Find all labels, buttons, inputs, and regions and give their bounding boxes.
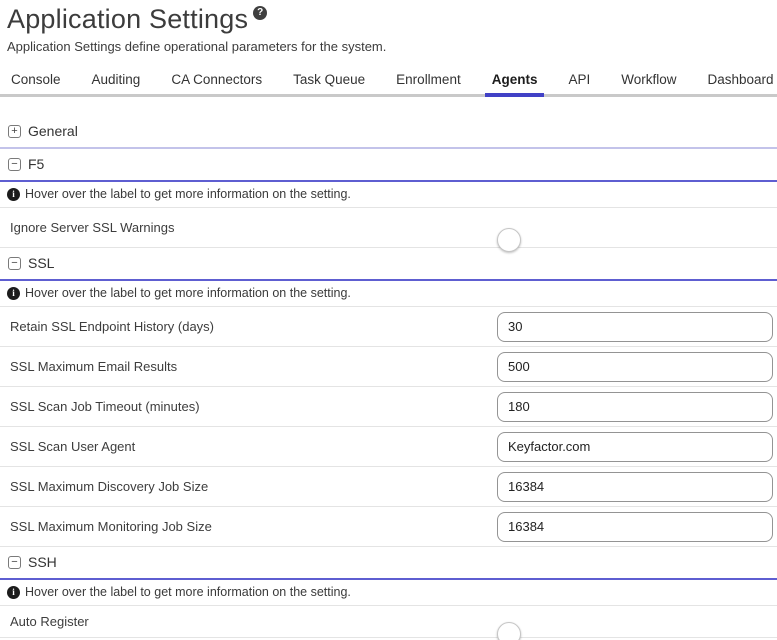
section-title-ssh: SSH xyxy=(28,554,57,570)
setting-row-ssl-maximum-discovery-job-size: SSL Maximum Discovery Job Size xyxy=(0,467,777,507)
tab-auditing[interactable]: Auditing xyxy=(91,67,142,94)
info-row-f5: i Hover over the label to get more infor… xyxy=(0,182,777,208)
setting-label: SSL Maximum Discovery Job Size xyxy=(0,479,497,494)
tab-task-queue[interactable]: Task Queue xyxy=(292,67,366,94)
info-note: Hover over the label to get more informa… xyxy=(25,585,351,599)
collapse-icon[interactable]: − xyxy=(8,158,21,171)
help-icon[interactable]: ? xyxy=(253,6,267,20)
setting-label: SSL Scan User Agent xyxy=(0,439,497,454)
section-header-f5[interactable]: − F5 xyxy=(0,149,777,182)
toggle-knob xyxy=(497,622,521,640)
section-title-ssl: SSL xyxy=(28,255,54,271)
tab-agents[interactable]: Agents xyxy=(491,67,539,94)
setting-row-ssl-scan-job-timeout: SSL Scan Job Timeout (minutes) xyxy=(0,387,777,427)
info-icon: i xyxy=(7,287,20,300)
ssl-maximum-email-results-input[interactable] xyxy=(497,352,773,382)
tab-workflow[interactable]: Workflow xyxy=(620,67,677,94)
section-header-ssl[interactable]: − SSL xyxy=(0,248,777,281)
setting-row-ignore-server-ssl-warnings: Ignore Server SSL Warnings xyxy=(0,208,777,248)
setting-label: SSL Scan Job Timeout (minutes) xyxy=(0,399,497,414)
setting-row-auto-register: Auto Register xyxy=(0,606,777,638)
tab-bar: Console Auditing CA Connectors Task Queu… xyxy=(0,67,777,97)
ssl-maximum-monitoring-job-size-input[interactable] xyxy=(497,512,773,542)
setting-label: Ignore Server SSL Warnings xyxy=(0,220,497,235)
setting-row-ssl-scan-user-agent: SSL Scan User Agent xyxy=(0,427,777,467)
page-title: Application Settings xyxy=(7,3,248,35)
tab-ca-connectors[interactable]: CA Connectors xyxy=(170,67,263,94)
info-icon: i xyxy=(7,188,20,201)
setting-label: SSL Maximum Email Results xyxy=(0,359,497,374)
info-icon: i xyxy=(7,586,20,599)
collapse-icon[interactable]: − xyxy=(8,257,21,270)
tab-console[interactable]: Console xyxy=(10,67,62,94)
setting-row-ssl-maximum-email-results: SSL Maximum Email Results xyxy=(0,347,777,387)
toggle-knob xyxy=(497,228,521,252)
setting-label: SSL Maximum Monitoring Job Size xyxy=(0,519,497,534)
page-subtitle: Application Settings define operational … xyxy=(7,39,769,54)
setting-row-retain-ssl-endpoint-history: Retain SSL Endpoint History (days) xyxy=(0,307,777,347)
setting-label: Retain SSL Endpoint History (days) xyxy=(0,319,497,334)
ssl-maximum-discovery-job-size-input[interactable] xyxy=(497,472,773,502)
info-row-ssl: i Hover over the label to get more infor… xyxy=(0,281,777,307)
collapse-icon[interactable]: − xyxy=(8,556,21,569)
tab-api[interactable]: API xyxy=(567,67,591,94)
section-header-general[interactable]: + General xyxy=(0,116,777,149)
setting-label: Auto Register xyxy=(0,614,497,629)
section-title-f5: F5 xyxy=(28,156,44,172)
info-note: Hover over the label to get more informa… xyxy=(25,187,351,201)
section-header-ssh[interactable]: − SSH xyxy=(0,547,777,580)
retain-ssl-endpoint-history-input[interactable] xyxy=(497,312,773,342)
tab-enrollment[interactable]: Enrollment xyxy=(395,67,462,94)
ssl-scan-job-timeout-input[interactable] xyxy=(497,392,773,422)
ssl-scan-user-agent-input[interactable] xyxy=(497,432,773,462)
tab-dashboard-and-reports[interactable]: Dashboard and Reports xyxy=(707,67,777,94)
setting-row-ssl-maximum-monitoring-job-size: SSL Maximum Monitoring Job Size xyxy=(0,507,777,547)
expand-icon[interactable]: + xyxy=(8,125,21,138)
section-title-general: General xyxy=(28,123,78,139)
settings-sections: + General − F5 i Hover over the label to… xyxy=(0,116,777,638)
page-header: Application Settings ? Application Setti… xyxy=(0,0,777,54)
info-row-ssh: i Hover over the label to get more infor… xyxy=(0,580,777,606)
info-note: Hover over the label to get more informa… xyxy=(25,286,351,300)
